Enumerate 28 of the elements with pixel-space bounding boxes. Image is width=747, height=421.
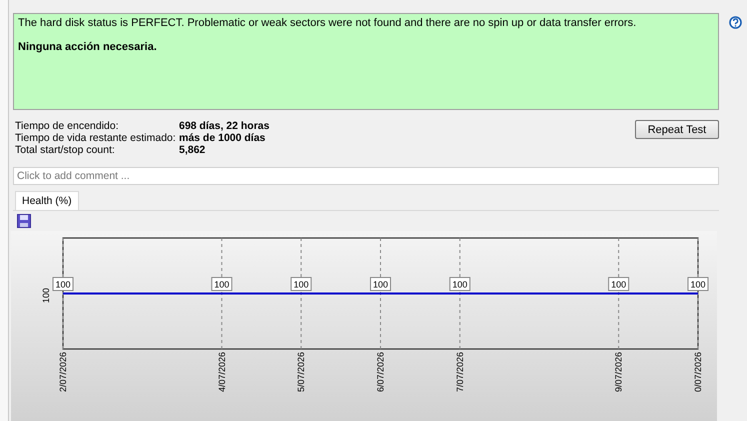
y-axis-label: 100 (41, 288, 51, 304)
date-tick-label: 0/07/2026 (693, 352, 703, 392)
data-label: 100 (370, 277, 391, 291)
info-label: Tiempo de encendido: (15, 120, 120, 132)
repeat-test-button[interactable]: Repeat Test (635, 120, 719, 139)
info-value: 698 días, 22 horas (179, 120, 270, 132)
comment-field[interactable]: Click to add comment ... (13, 167, 719, 185)
save-icon[interactable] (17, 214, 31, 228)
date-tick-label: 4/07/2026 (216, 352, 227, 392)
action-message: Ninguna acción necesaria. (18, 40, 158, 54)
info-label: Total start/stop count: (15, 144, 116, 156)
data-label: 100 (290, 277, 312, 291)
help-icon[interactable] (729, 16, 742, 29)
info-value: más de 1000 días (179, 132, 266, 144)
info-value: 5,862 (179, 144, 206, 156)
status-message: The hard disk status is PERFECT. Problematic or weak sectors were not found and there are no spin up or data transfer errors. (18, 16, 638, 30)
data-label: 100 (688, 277, 708, 291)
data-label: 100 (449, 277, 470, 291)
data-label: 100 (211, 277, 232, 291)
date-tick-label: 6/07/2026 (376, 352, 386, 392)
chart-tab[interactable]: Health (%) (15, 191, 79, 210)
date-tick-label: 2/07/2026 (58, 352, 68, 392)
date-tick-label: 7/07/2026 (454, 352, 465, 392)
data-label: 100 (52, 277, 74, 291)
date-tick-label: 5/07/2026 (296, 352, 306, 392)
date-tick-label: 9/07/2026 (614, 352, 624, 392)
info-label: Tiempo de vida restante estimado: (15, 132, 177, 144)
data-label: 100 (608, 277, 630, 291)
